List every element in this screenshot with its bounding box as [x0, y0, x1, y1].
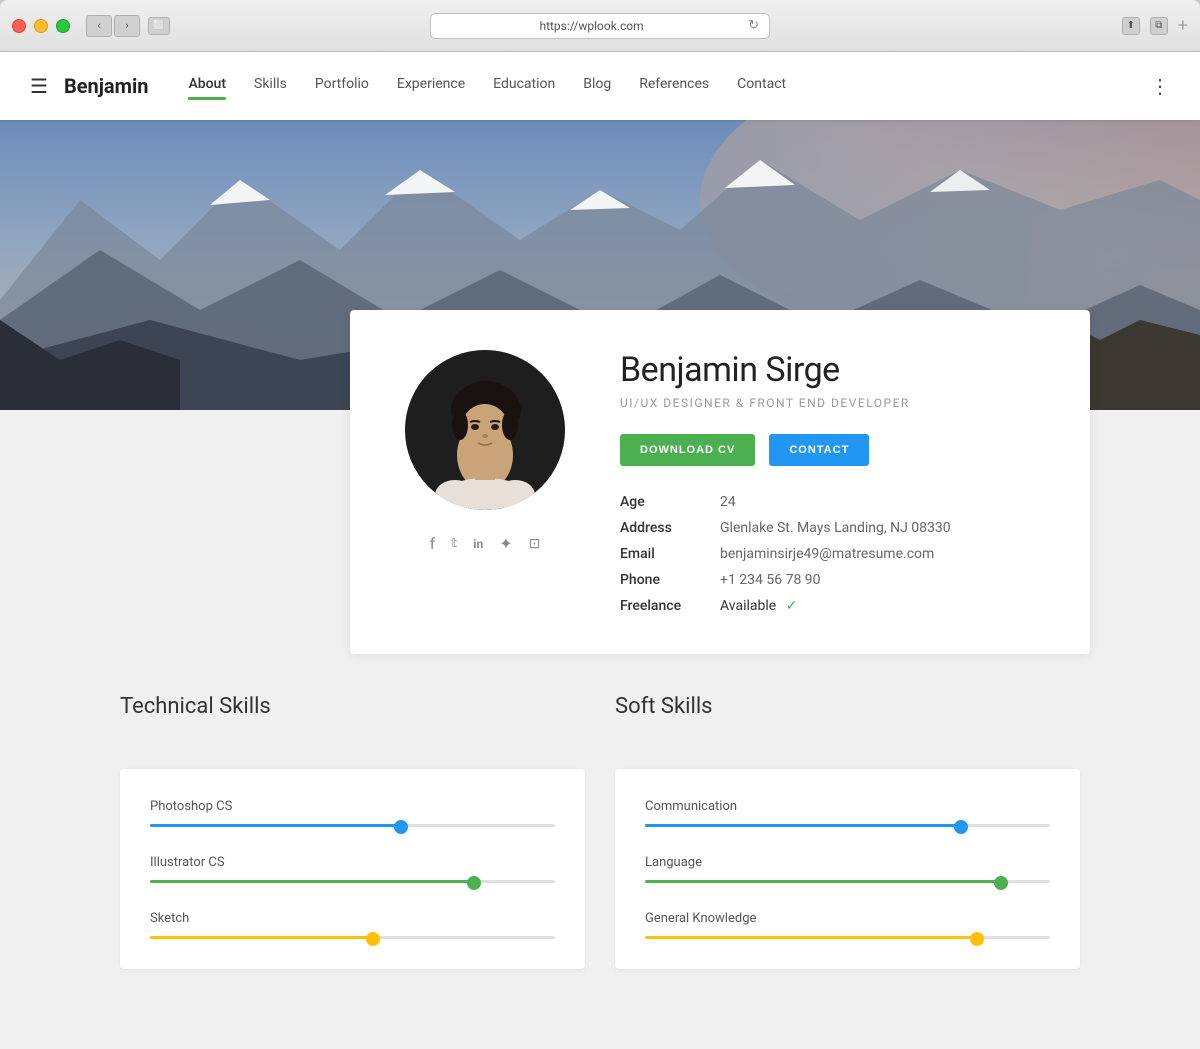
profile-left-col: f 𝕥 in ✦ ⊡ — [400, 350, 570, 614]
nav-education[interactable]: Education — [493, 76, 555, 96]
skill-general-knowledge: General Knowledge — [645, 911, 1050, 939]
skill-communication-thumb[interactable] — [954, 820, 968, 834]
nav-about[interactable]: About — [188, 76, 226, 96]
skill-photoshop-thumb[interactable] — [394, 820, 408, 834]
skills-section: Technical Skills Soft Skills Photoshop C… — [0, 654, 1200, 1009]
skill-language-track[interactable] — [645, 880, 1050, 883]
add-button[interactable]: + — [1178, 15, 1188, 36]
avatar — [405, 350, 565, 510]
skill-illustrator: Illustrator CS — [150, 855, 555, 883]
hamburger-icon[interactable]: ☰ — [30, 74, 48, 98]
soft-skills-title: Soft Skills — [615, 694, 1080, 719]
skill-language-fill — [645, 880, 1001, 883]
nav-contact[interactable]: Contact — [737, 76, 786, 96]
forward-button[interactable]: › — [114, 15, 140, 37]
skill-communication-track[interactable] — [645, 824, 1050, 827]
profile-details-grid: Age 24 Address Glenlake St. Mays Landing… — [620, 494, 1040, 614]
social-links: f 𝕥 in ✦ ⊡ — [430, 534, 541, 553]
nav-skills[interactable]: Skills — [254, 76, 287, 96]
skill-sketch-fill — [150, 936, 373, 939]
minimize-button[interactable] — [34, 19, 48, 33]
freelance-label: Freelance — [620, 598, 720, 614]
skills-headers: Technical Skills Soft Skills — [120, 694, 1080, 739]
profile-action-buttons: DOWNLOAD CV CONTACT — [620, 434, 1040, 466]
skill-photoshop-track[interactable] — [150, 824, 555, 827]
age-label: Age — [620, 494, 720, 510]
tab-button[interactable]: ⬜ — [148, 17, 170, 35]
age-value: 24 — [720, 494, 1040, 510]
skill-illustrator-thumb[interactable] — [467, 876, 481, 890]
skill-general-knowledge-name: General Knowledge — [645, 911, 1050, 926]
address-label: Address — [620, 520, 720, 536]
skill-photoshop-fill — [150, 824, 401, 827]
skill-illustrator-fill — [150, 880, 474, 883]
skill-photoshop: Photoshop CS — [150, 799, 555, 827]
more-menu-icon[interactable]: ⋮ — [1150, 74, 1170, 98]
refresh-icon[interactable]: ↻ — [748, 18, 759, 33]
address-value: Glenlake St. Mays Landing, NJ 08330 — [720, 520, 1040, 536]
address-bar[interactable]: https://wplook.com ↻ — [430, 13, 770, 39]
linkedin-icon[interactable]: in — [473, 537, 483, 551]
contact-button[interactable]: CONTACT — [769, 434, 869, 466]
skill-illustrator-track[interactable] — [150, 880, 555, 883]
nav-arrows: ‹ › — [86, 15, 140, 37]
skill-general-knowledge-fill — [645, 936, 977, 939]
skill-communication: Communication — [645, 799, 1050, 827]
skill-sketch: Sketch — [150, 911, 555, 939]
new-tab-button[interactable]: ⧉ — [1150, 17, 1168, 35]
maximize-button[interactable] — [56, 19, 70, 33]
email-label: Email — [620, 546, 720, 562]
nav-links: About Skills Portfolio Experience Educat… — [188, 74, 1170, 98]
window-action-buttons: ⬆ ⧉ + — [1122, 15, 1188, 36]
instagram-icon[interactable]: ⊡ — [529, 536, 541, 552]
download-cv-button[interactable]: DOWNLOAD CV — [620, 434, 755, 466]
window-controls — [12, 19, 70, 33]
facebook-icon[interactable]: f — [430, 534, 436, 553]
skill-language-name: Language — [645, 855, 1050, 870]
profile-job-title: UI/UX DESIGNER & FRONT END DEVELOPER — [620, 396, 1040, 410]
available-check-icon: ✓ — [786, 598, 798, 614]
technical-skills-title: Technical Skills — [120, 694, 585, 719]
profile-name: Benjamin Sirge — [620, 350, 1040, 390]
skill-general-knowledge-track[interactable] — [645, 936, 1050, 939]
titlebar: ‹ › ⬜ https://wplook.com ↻ ⬆ ⧉ + — [0, 0, 1200, 52]
skill-sketch-thumb[interactable] — [366, 932, 380, 946]
mac-window: ‹ › ⬜ https://wplook.com ↻ ⬆ ⧉ + ☰ Benja… — [0, 0, 1200, 1049]
email-value: benjaminsirje49@matresume.com — [720, 546, 1040, 562]
phone-value: +1 234 56 78 90 — [720, 572, 1040, 588]
skill-sketch-track[interactable] — [150, 936, 555, 939]
brand-name: Benjamin — [64, 74, 149, 98]
skill-language-thumb[interactable] — [994, 876, 1008, 890]
nav-experience[interactable]: Experience — [397, 76, 465, 96]
phone-label: Phone — [620, 572, 720, 588]
skill-communication-fill — [645, 824, 961, 827]
profile-right-col: Benjamin Sirge UI/UX DESIGNER & FRONT EN… — [620, 350, 1040, 614]
page-content: f 𝕥 in ✦ ⊡ Benjamin Sirge UI/UX DESIGNER… — [0, 310, 1200, 1049]
soft-skills-card: Communication Language — [615, 769, 1080, 969]
skill-illustrator-name: Illustrator CS — [150, 855, 555, 870]
back-button[interactable]: ‹ — [86, 15, 112, 37]
technical-skills-card: Photoshop CS Illustrator CS — [120, 769, 585, 969]
skill-photoshop-name: Photoshop CS — [150, 799, 555, 814]
nav-blog[interactable]: Blog — [583, 76, 611, 96]
profile-card: f 𝕥 in ✦ ⊡ Benjamin Sirge UI/UX DESIGNER… — [350, 310, 1090, 654]
close-button[interactable] — [12, 19, 26, 33]
nav-references[interactable]: References — [639, 76, 709, 96]
freelance-value: Available ✓ — [720, 598, 1040, 614]
skills-grid: Photoshop CS Illustrator CS — [120, 769, 1080, 969]
share-button[interactable]: ⬆ — [1122, 17, 1140, 35]
skill-general-knowledge-thumb[interactable] — [970, 932, 984, 946]
nav-portfolio[interactable]: Portfolio — [315, 76, 369, 96]
url-display: https://wplook.com — [441, 19, 742, 33]
navbar: ☰ Benjamin About Skills Portfolio Experi… — [0, 52, 1200, 120]
skill-communication-name: Communication — [645, 799, 1050, 814]
skill-language: Language — [645, 855, 1050, 883]
dribbble-icon[interactable]: ✦ — [499, 534, 512, 553]
website-content: ☰ Benjamin About Skills Portfolio Experi… — [0, 52, 1200, 1049]
skill-sketch-name: Sketch — [150, 911, 555, 926]
twitter-icon[interactable]: 𝕥 — [451, 536, 457, 551]
